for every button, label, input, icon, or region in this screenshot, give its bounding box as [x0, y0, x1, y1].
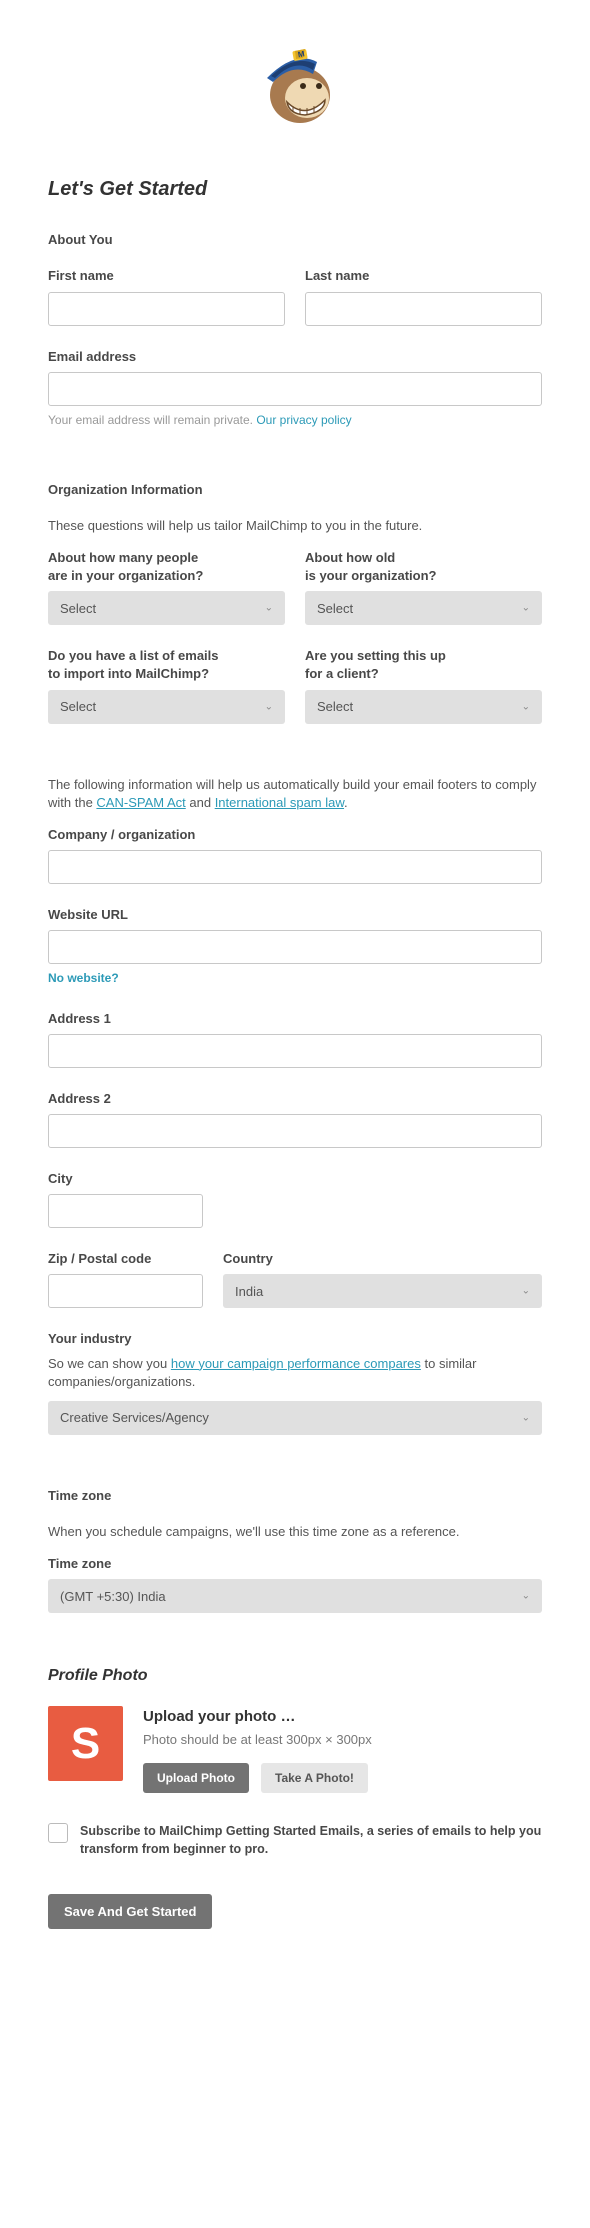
subscribe-checkbox[interactable]	[48, 1823, 68, 1843]
industry-compare-link[interactable]: how your campaign performance compares	[171, 1356, 421, 1371]
zip-input[interactable]	[48, 1274, 203, 1308]
timezone-label: Time zone	[48, 1555, 542, 1573]
chevron-down-icon: ⌄	[522, 1591, 530, 1602]
chevron-down-icon: ⌄	[522, 1286, 530, 1297]
last-name-label: Last name	[305, 267, 542, 285]
city-label: City	[48, 1170, 542, 1188]
can-spam-link[interactable]: CAN-SPAM Act	[96, 795, 185, 810]
last-name-input[interactable]	[305, 292, 542, 326]
chevron-down-icon: ⌄	[265, 603, 273, 614]
page-heading: Let's Get Started	[48, 175, 542, 203]
org-list-select[interactable]: Select⌄	[48, 690, 285, 724]
mailchimp-logo-icon: M	[255, 40, 335, 130]
avatar: S	[48, 1706, 123, 1781]
email-input[interactable]	[48, 372, 542, 406]
section-about-you: About You	[48, 231, 542, 249]
chevron-down-icon: ⌄	[522, 603, 530, 614]
take-photo-button[interactable]: Take A Photo!	[261, 1763, 368, 1793]
company-input[interactable]	[48, 850, 542, 884]
industry-hint: So we can show you how your campaign per…	[48, 1355, 542, 1391]
org-client-label: Are you setting this upfor a client?	[305, 647, 542, 683]
upload-title: Upload your photo …	[143, 1706, 372, 1727]
privacy-policy-link[interactable]: Our privacy policy	[256, 413, 351, 427]
upload-photo-button[interactable]: Upload Photo	[143, 1763, 249, 1793]
company-label: Company / organization	[48, 826, 542, 844]
country-label: Country	[223, 1250, 542, 1268]
org-age-label: About how oldis your organization?	[305, 549, 542, 585]
section-org-info: Organization Information	[48, 481, 542, 499]
address1-label: Address 1	[48, 1010, 542, 1028]
first-name-input[interactable]	[48, 292, 285, 326]
org-list-label: Do you have a list of emailsto import in…	[48, 647, 285, 683]
org-people-select[interactable]: Select⌄	[48, 591, 285, 625]
country-select[interactable]: India⌄	[223, 1274, 542, 1308]
org-client-select[interactable]: Select⌄	[305, 690, 542, 724]
org-people-label: About how many peopleare in your organiz…	[48, 549, 285, 585]
address2-label: Address 2	[48, 1090, 542, 1108]
no-website-link[interactable]: No website?	[48, 970, 119, 987]
address1-input[interactable]	[48, 1034, 542, 1068]
chevron-down-icon: ⌄	[522, 701, 530, 712]
first-name-label: First name	[48, 267, 285, 285]
city-input[interactable]	[48, 1194, 203, 1228]
website-input[interactable]	[48, 930, 542, 964]
org-age-select[interactable]: Select⌄	[305, 591, 542, 625]
address2-input[interactable]	[48, 1114, 542, 1148]
subscribe-label: Subscribe to MailChimp Getting Started E…	[80, 1823, 542, 1858]
email-label: Email address	[48, 348, 542, 366]
zip-label: Zip / Postal code	[48, 1250, 203, 1268]
email-hint: Your email address will remain private. …	[48, 412, 542, 429]
footer-compliance-text: The following information will help us a…	[48, 776, 542, 812]
industry-label: Your industry	[48, 1330, 542, 1348]
timezone-intro: When you schedule campaigns, we'll use t…	[48, 1523, 542, 1541]
timezone-heading: Time zone	[48, 1487, 542, 1505]
chevron-down-icon: ⌄	[522, 1412, 530, 1423]
profile-photo-heading: Profile Photo	[48, 1665, 542, 1687]
org-intro: These questions will help us tailor Mail…	[48, 517, 542, 535]
industry-select[interactable]: Creative Services/Agency⌄	[48, 1401, 542, 1435]
save-and-get-started-button[interactable]: Save And Get Started	[48, 1894, 212, 1929]
intl-spam-link[interactable]: International spam law	[215, 795, 344, 810]
chevron-down-icon: ⌄	[265, 701, 273, 712]
logo-wrap: M	[48, 40, 542, 135]
website-label: Website URL	[48, 906, 542, 924]
upload-subtitle: Photo should be at least 300px × 300px	[143, 1731, 372, 1749]
timezone-select[interactable]: (GMT +5:30) India⌄	[48, 1579, 542, 1613]
